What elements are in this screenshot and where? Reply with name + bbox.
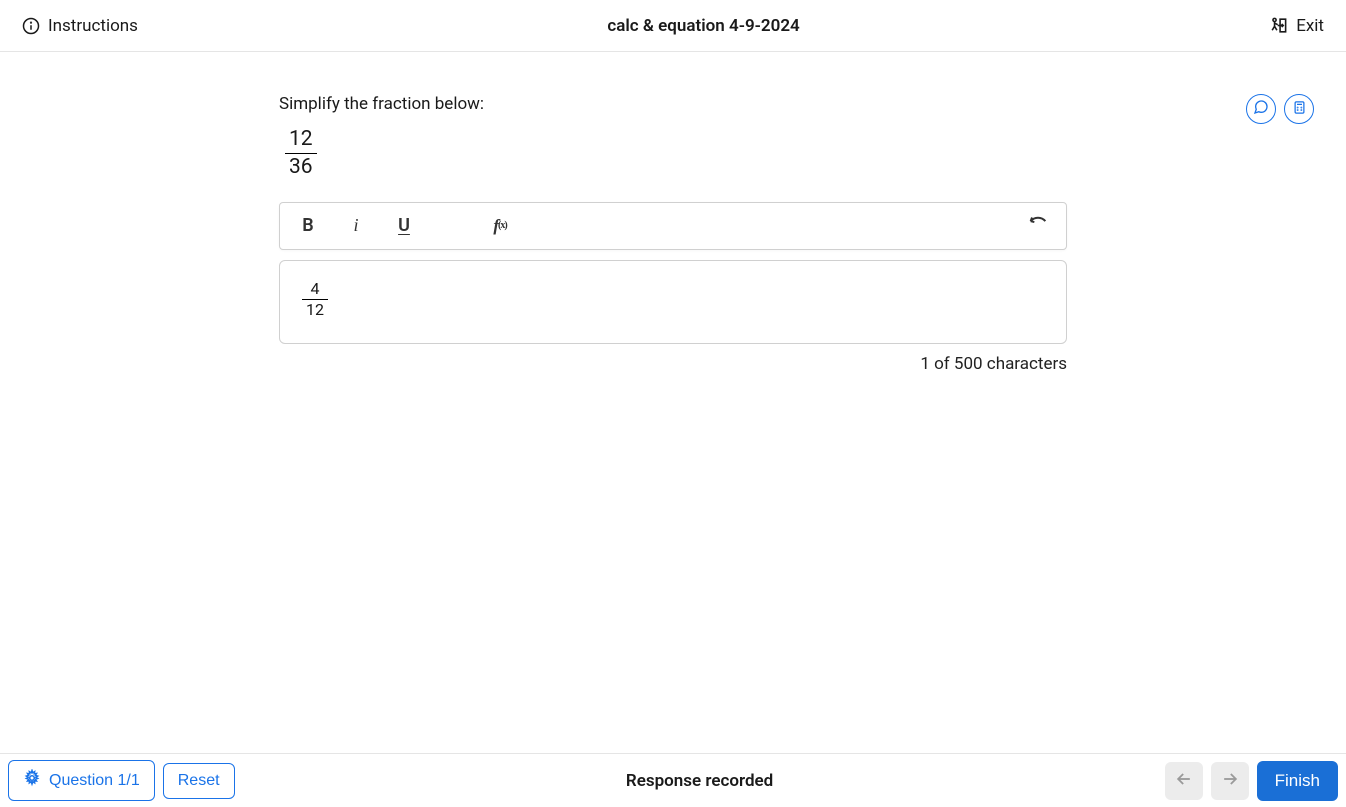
exit-button[interactable]: Exit <box>1269 16 1324 36</box>
answer-input[interactable]: 4 12 <box>279 260 1067 344</box>
question-numerator: 12 <box>285 126 317 154</box>
calculator-icon <box>1292 100 1307 119</box>
info-icon <box>22 17 40 35</box>
finish-label: Finish <box>1275 771 1320 790</box>
gear-icon <box>23 769 41 792</box>
instructions-button[interactable]: Instructions <box>22 16 138 36</box>
side-tools <box>1246 94 1314 124</box>
question-denominator: 36 <box>285 154 317 181</box>
calculator-button[interactable] <box>1284 94 1314 124</box>
undo-icon <box>1027 212 1049 239</box>
equation-button[interactable]: f(x) <box>488 214 512 238</box>
italic-button[interactable]: i <box>344 214 368 238</box>
answer-fraction: 4 12 <box>302 279 328 322</box>
question-fraction: 12 36 <box>285 126 1067 182</box>
exit-label: Exit <box>1296 16 1324 36</box>
comment-button[interactable] <box>1246 94 1276 124</box>
question-nav-button[interactable]: Question 1/1 <box>8 760 155 801</box>
instructions-label: Instructions <box>48 16 138 36</box>
reset-label: Reset <box>178 772 220 790</box>
answer-numerator: 4 <box>302 279 328 301</box>
bold-button[interactable]: B <box>296 214 320 238</box>
finish-button[interactable]: Finish <box>1257 761 1338 801</box>
comment-icon <box>1253 99 1269 119</box>
character-count: 1 of 500 characters <box>279 354 1067 374</box>
question-nav-label: Question 1/1 <box>49 772 140 790</box>
header: Instructions calc & equation 4-9-2024 Ex… <box>0 0 1346 52</box>
reset-button[interactable]: Reset <box>163 763 235 799</box>
underline-button[interactable]: U <box>392 214 416 238</box>
undo-button[interactable] <box>1026 214 1050 238</box>
prev-button[interactable] <box>1165 762 1203 800</box>
main-content: Simplify the fraction below: 12 36 B i U… <box>0 52 1346 753</box>
page-title: calc & equation 4-9-2024 <box>607 16 799 36</box>
answer-denominator: 12 <box>302 300 328 321</box>
arrow-right-icon <box>1220 769 1240 793</box>
question-prompt: Simplify the fraction below: <box>279 94 1067 114</box>
question-container: Simplify the fraction below: 12 36 B i U… <box>279 94 1067 753</box>
arrow-left-icon <box>1174 769 1194 793</box>
status-text: Response recorded <box>243 771 1157 791</box>
exit-icon <box>1269 16 1288 35</box>
footer: Question 1/1 Reset Response recorded Fin… <box>0 753 1346 807</box>
editor-toolbar: B i U f(x) <box>279 202 1067 250</box>
next-button[interactable] <box>1211 762 1249 800</box>
